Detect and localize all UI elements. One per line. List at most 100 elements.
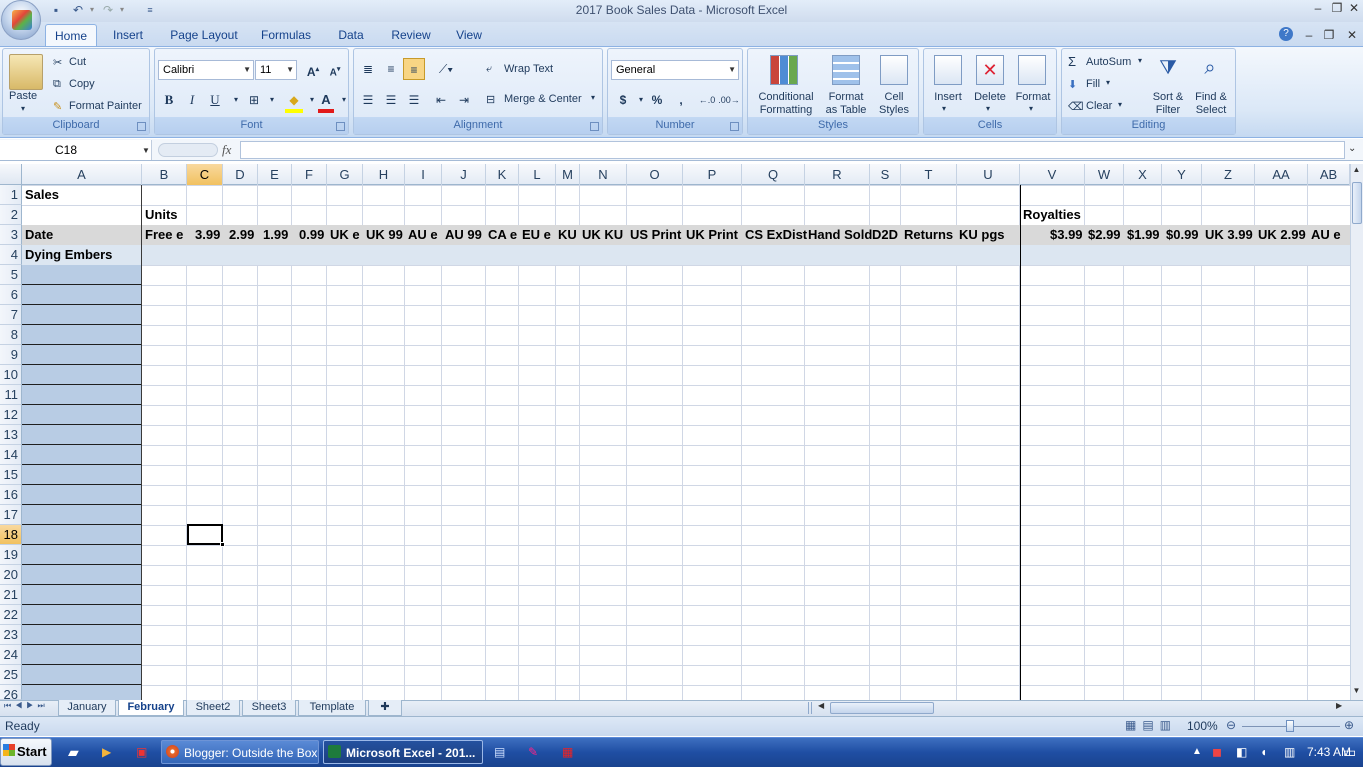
scroll-left-icon[interactable]: ◀ (818, 701, 824, 710)
folder-icon[interactable]: ▰ (68, 740, 79, 764)
taskbar-item-excel[interactable]: Microsoft Excel - 201... (323, 740, 483, 764)
column-header-h[interactable]: H (363, 164, 405, 185)
row-header-5[interactable]: 5 (0, 265, 22, 285)
close-workbook-button[interactable]: ✕ (1343, 29, 1361, 43)
column-header-i[interactable]: I (405, 164, 442, 185)
column-header-v[interactable]: V (1020, 164, 1085, 185)
tab-data[interactable]: Data (328, 24, 374, 47)
find-select-label-2[interactable]: Select (1190, 104, 1232, 116)
cell-row3-units[interactable]: KU (558, 225, 577, 245)
clear-button[interactable]: Clear (1086, 100, 1112, 112)
cell-row3-units[interactable]: EU e (522, 225, 551, 245)
format-as-table-label-2[interactable]: as Table (820, 104, 872, 116)
cell-row3-units[interactable]: AU e (408, 225, 438, 245)
cell-row3-units[interactable]: Returns (904, 225, 953, 245)
sort-filter-icon[interactable]: ⧩ (1154, 57, 1182, 87)
cell-v2[interactable]: Royalties (1023, 205, 1081, 225)
clear-icon[interactable]: ⌫ (1068, 100, 1084, 113)
scroll-up-icon[interactable]: ▲ (1351, 165, 1362, 179)
insert-dropdown-icon[interactable]: ▾ (942, 104, 946, 113)
row-header-22[interactable]: 22 (0, 605, 22, 625)
cell-row3-units[interactable]: 1.99 (263, 225, 288, 245)
column-header-b[interactable]: B (142, 164, 187, 185)
tray-icon-2[interactable]: ◧ (1236, 740, 1247, 764)
column-header-w[interactable]: W (1085, 164, 1124, 185)
row-header-19[interactable]: 19 (0, 545, 22, 565)
row-header-12[interactable]: 12 (0, 405, 22, 425)
cell-row3-royalties[interactable]: $0.99 (1166, 225, 1199, 245)
row-header-25[interactable]: 25 (0, 665, 22, 685)
cell-row3-units[interactable]: Hand Sold (808, 225, 872, 245)
word-icon[interactable]: ▤ (494, 740, 505, 764)
row-header-26[interactable]: 26 (0, 685, 22, 700)
column-header-f[interactable]: F (292, 164, 327, 185)
row-header-11[interactable]: 11 (0, 385, 22, 405)
row-header-8[interactable]: 8 (0, 325, 22, 345)
paste-icon[interactable] (9, 54, 43, 90)
tab-split-handle[interactable] (808, 702, 812, 714)
format-dropdown-icon[interactable]: ▾ (1029, 104, 1033, 113)
cell-row3-royalties[interactable]: UK 3.99 (1205, 225, 1253, 245)
help-icon[interactable]: ? (1279, 27, 1293, 41)
increase-decimal-icon[interactable]: ←.0 (696, 89, 718, 111)
column-header-k[interactable]: K (486, 164, 519, 185)
wrap-text-icon[interactable]: ⤶ (486, 63, 492, 76)
column-header-s[interactable]: S (870, 164, 901, 185)
delete-cells-icon[interactable]: ✕ (976, 55, 1004, 85)
row-header-23[interactable]: 23 (0, 625, 22, 645)
find-select-button[interactable]: Find & (1190, 91, 1232, 103)
column-header-t[interactable]: T (901, 164, 957, 185)
close-window-button[interactable]: ✕ (1345, 2, 1363, 16)
shrink-font-icon[interactable]: A▾ (324, 59, 346, 81)
cell-row3-royalties[interactable]: $2.99 (1088, 225, 1121, 245)
column-header-r[interactable]: R (805, 164, 870, 185)
column-header-g[interactable]: G (327, 164, 363, 185)
align-top-icon[interactable]: ≣ (357, 58, 379, 80)
column-header-e[interactable]: E (258, 164, 292, 185)
fill-button[interactable]: Fill (1086, 78, 1100, 90)
merge-dropdown-icon[interactable]: ▾ (591, 93, 595, 102)
row-header-1[interactable]: 1 (0, 185, 22, 205)
save-icon[interactable]: ▪ (48, 3, 64, 17)
tab-review[interactable]: Review (384, 24, 438, 47)
insert-cells-icon[interactable] (934, 55, 962, 85)
row-header-6[interactable]: 6 (0, 285, 22, 305)
media-player-icon[interactable]: ▶ (102, 740, 111, 764)
column-header-a[interactable]: A (22, 164, 142, 185)
cell-row3-units[interactable]: Free e (145, 225, 183, 245)
cell-row3-units[interactable]: D2D (872, 225, 898, 245)
font-size-combo[interactable]: 11 ▼ (255, 60, 297, 80)
office-button[interactable] (1, 0, 41, 40)
cell-styles-label-2[interactable]: Styles (874, 104, 914, 116)
copy-icon[interactable]: ⧉ (53, 78, 61, 91)
align-middle-icon[interactable]: ≡ (380, 58, 402, 80)
cell-styles-button[interactable]: Cell (874, 91, 914, 103)
column-header-c[interactable]: C (187, 164, 223, 185)
cell-row3-units[interactable]: 2.99 (229, 225, 254, 245)
row-header-14[interactable]: 14 (0, 445, 22, 465)
format-as-table-icon[interactable] (832, 55, 860, 85)
minimize-window-button[interactable]: – (1309, 2, 1327, 16)
column-header-n[interactable]: N (580, 164, 627, 185)
restore-workbook-button[interactable]: ❐ (1320, 29, 1338, 43)
alignment-launcher-icon[interactable] (590, 122, 599, 131)
format-painter-icon[interactable]: ✎ (53, 100, 62, 113)
column-header-x[interactable]: X (1124, 164, 1162, 185)
column-header-d[interactable]: D (223, 164, 258, 185)
tray-icon-1[interactable]: ◼ (1212, 740, 1222, 764)
tab-insert[interactable]: Insert (104, 24, 152, 47)
cell-row3-units[interactable]: UK Print (686, 225, 738, 245)
cell-row3-royalties[interactable]: $3.99 (1050, 225, 1083, 245)
row-header-2[interactable]: 2 (0, 205, 22, 225)
cell-row3-units[interactable]: UK KU (582, 225, 623, 245)
formula-input[interactable] (240, 141, 1345, 159)
paste-button[interactable]: Paste (9, 90, 37, 102)
comma-button[interactable]: , (670, 89, 692, 111)
column-header-q[interactable]: Q (742, 164, 805, 185)
cell-row3-units[interactable]: US Print (630, 225, 681, 245)
cut-icon[interactable]: ✂ (53, 56, 62, 69)
column-header-l[interactable]: L (519, 164, 556, 185)
cell-row3-units[interactable]: CS ExDist (745, 225, 807, 245)
cell-row3-units[interactable]: UK 99 (366, 225, 403, 245)
align-bottom-icon[interactable]: ≡ (403, 58, 425, 80)
